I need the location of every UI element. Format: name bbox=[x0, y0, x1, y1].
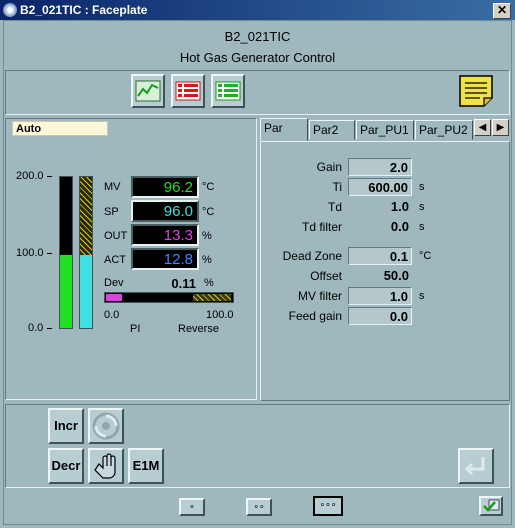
mv-filter-label: MV filter bbox=[297, 289, 342, 303]
alarm-list-icon bbox=[175, 81, 201, 101]
dev-label: Dev bbox=[104, 277, 124, 289]
dev-scale-min: 0.0 bbox=[104, 309, 120, 321]
dot-three-icon: ∘∘∘ bbox=[319, 499, 337, 509]
scale-mid: 100.0 bbox=[16, 247, 44, 259]
note-icon bbox=[459, 75, 493, 107]
tab-par-pu2[interactable]: Par_PU2 bbox=[415, 120, 473, 140]
td-unit: s bbox=[419, 201, 425, 213]
tab-par2[interactable]: Par2 bbox=[309, 120, 355, 140]
out-unit: % bbox=[202, 230, 212, 242]
out-label: OUT bbox=[104, 230, 128, 242]
out-value[interactable]: 13.3 bbox=[131, 224, 199, 246]
deviation-bar-fill bbox=[106, 294, 122, 301]
controller-type: PI bbox=[130, 323, 141, 335]
parameter-list-button[interactable] bbox=[211, 74, 245, 108]
tab-par-pu1[interactable]: Par_PU1 bbox=[356, 120, 414, 140]
scale-min: 0.0 bbox=[28, 322, 44, 334]
window-titlebar: B2_021TIC : Faceplate ✕ bbox=[0, 0, 515, 20]
act-label: ACT bbox=[104, 254, 126, 266]
mv-filter-value[interactable]: 1.0 bbox=[348, 287, 412, 305]
dead-zone-value[interactable]: 0.1 bbox=[348, 247, 412, 265]
mv-value: 96.2 bbox=[131, 176, 199, 198]
parameter-list-icon bbox=[215, 81, 241, 101]
ti-value[interactable]: 600.00 bbox=[348, 178, 412, 196]
hand-icon bbox=[94, 453, 116, 479]
td-value: 1.0 bbox=[390, 199, 409, 214]
mv-filter-unit: s bbox=[419, 290, 425, 302]
gain-value[interactable]: 2.0 bbox=[348, 158, 412, 176]
dev-unit: % bbox=[204, 277, 214, 289]
spiral-icon bbox=[92, 412, 120, 440]
sp-value[interactable]: 96.0 bbox=[131, 200, 199, 222]
output-bar bbox=[79, 176, 93, 329]
enter-button[interactable] bbox=[458, 448, 494, 484]
auto-mode-button[interactable] bbox=[88, 408, 124, 444]
feed-gain-value[interactable]: 0.0 bbox=[348, 307, 412, 325]
tab-par[interactable]: Par bbox=[260, 118, 308, 141]
trend-icon bbox=[135, 80, 161, 102]
app-icon bbox=[3, 3, 17, 17]
mode-indicator[interactable]: Auto bbox=[12, 121, 108, 136]
dev-scale-max: 100.0 bbox=[206, 309, 234, 321]
offset-label: Offset bbox=[310, 269, 342, 283]
e1m-button[interactable]: E1M bbox=[128, 448, 164, 484]
manual-mode-button[interactable] bbox=[88, 448, 124, 484]
enter-icon bbox=[464, 457, 485, 476]
act-value: 12.8 bbox=[131, 248, 199, 270]
dead-zone-unit: °C bbox=[419, 250, 432, 262]
decrement-button[interactable]: Decr bbox=[48, 448, 84, 484]
sp-label: SP bbox=[104, 206, 119, 218]
arrow-right-icon: ▶ bbox=[496, 122, 505, 133]
gain-label: Gain bbox=[316, 160, 342, 174]
check-icon bbox=[483, 499, 500, 512]
tick-mid bbox=[47, 253, 52, 254]
dot-two-icon: ∘∘ bbox=[253, 501, 265, 511]
act-unit: % bbox=[202, 254, 212, 266]
tag-name: B2_021TIC bbox=[224, 29, 291, 44]
control-direction: Reverse bbox=[178, 323, 219, 335]
notes-button[interactable] bbox=[456, 72, 496, 110]
scale-max: 200.0 bbox=[16, 170, 44, 182]
td-filter-value: 0.0 bbox=[390, 219, 409, 234]
mv-unit: °C bbox=[202, 181, 215, 193]
ti-unit: s bbox=[419, 181, 425, 193]
sp-unit: °C bbox=[202, 206, 215, 218]
output-bar-fill bbox=[80, 255, 92, 328]
feed-gain-label: Feed gain bbox=[288, 309, 342, 323]
td-filter-label: Td filter bbox=[301, 220, 342, 234]
deviation-bar bbox=[104, 292, 234, 303]
window-title: B2_021TIC : Faceplate bbox=[20, 3, 148, 17]
td-filter-unit: s bbox=[419, 221, 425, 233]
dev-value: 0.11 bbox=[171, 276, 196, 291]
view-medium-button[interactable]: ∘∘ bbox=[246, 498, 272, 516]
mv-bar bbox=[59, 176, 73, 329]
mv-bar-fill bbox=[60, 255, 72, 328]
tick-min bbox=[47, 328, 52, 329]
toolbar-panel bbox=[5, 70, 510, 115]
deviation-limit-zone bbox=[193, 294, 231, 301]
dot-one-icon: ∘ bbox=[189, 501, 195, 511]
tab-scroll-left-button[interactable]: ◀ bbox=[474, 119, 491, 136]
dead-zone-label: Dead Zone bbox=[282, 249, 342, 263]
tag-description: Hot Gas Generator Control bbox=[179, 50, 336, 65]
acknowledge-button[interactable] bbox=[479, 496, 503, 516]
mv-label: MV bbox=[104, 181, 121, 193]
close-button[interactable]: ✕ bbox=[493, 3, 511, 19]
view-small-button[interactable]: ∘ bbox=[179, 498, 205, 516]
trend-button[interactable] bbox=[131, 74, 165, 108]
alarm-list-button[interactable] bbox=[171, 74, 205, 108]
td-label: Td bbox=[327, 200, 342, 214]
view-large-button[interactable]: ∘∘∘ bbox=[313, 496, 343, 516]
ti-label: Ti bbox=[332, 180, 342, 194]
arrow-left-icon: ◀ bbox=[478, 122, 487, 133]
offset-value: 50.0 bbox=[383, 268, 409, 283]
increment-button[interactable]: Incr bbox=[48, 408, 84, 444]
tick-max bbox=[47, 176, 52, 177]
tab-scroll-right-button[interactable]: ▶ bbox=[492, 119, 509, 136]
